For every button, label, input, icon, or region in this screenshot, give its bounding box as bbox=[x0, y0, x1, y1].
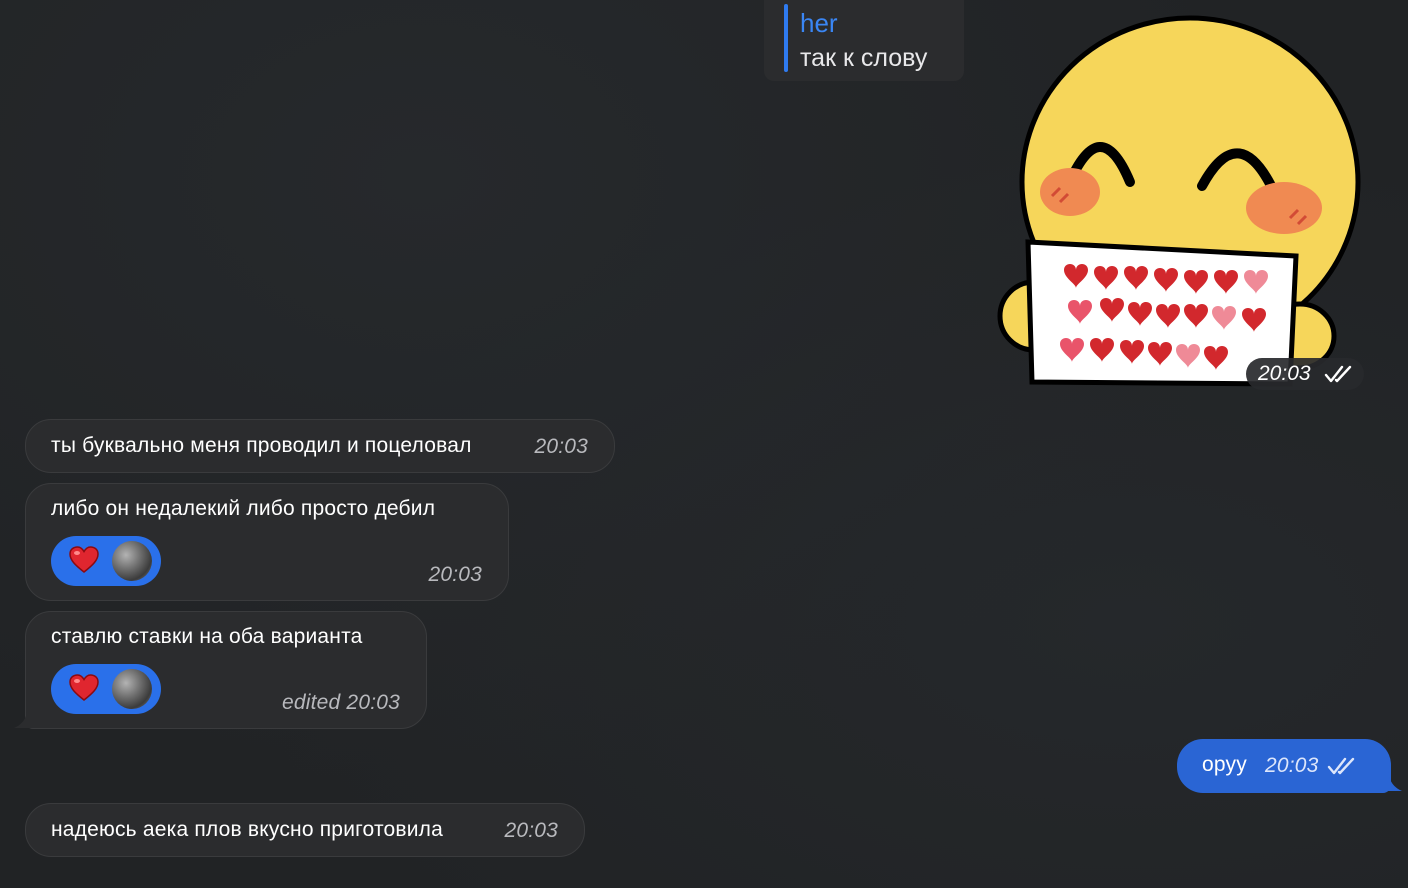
red-heart-icon bbox=[69, 674, 99, 701]
bubble-tail bbox=[1380, 763, 1402, 791]
red-heart-icon bbox=[69, 546, 99, 573]
sticker-blushing-emoji-hearts[interactable] bbox=[990, 10, 1370, 390]
reactor-avatar bbox=[112, 669, 152, 709]
double-check-icon bbox=[1327, 757, 1355, 775]
message-text: надеюсь аека плов вкусно приготовила bbox=[51, 818, 444, 841]
sticker-timestamp-pill: 20:03 bbox=[1246, 358, 1364, 390]
message-text: оруу bbox=[1202, 753, 1247, 776]
message-time: 20:03 bbox=[428, 563, 482, 586]
message-text: либо он недалекий либо просто дебил bbox=[51, 497, 436, 520]
reaction-chip[interactable] bbox=[51, 664, 161, 714]
incoming-message[interactable]: надеюсь аека плов вкусно приготовила 20:… bbox=[25, 803, 585, 857]
double-check-icon bbox=[1324, 365, 1352, 383]
message-text: ты буквально меня проводил и поцеловал bbox=[51, 434, 472, 457]
message-time: 20:03 bbox=[1265, 754, 1319, 777]
message-time: 20:03 bbox=[504, 819, 558, 842]
reply-author: her bbox=[800, 8, 838, 38]
sticker-time: 20:03 bbox=[1258, 362, 1311, 385]
message-time: 20:03 bbox=[534, 435, 588, 458]
chat-area: her так к слову 20:03 ты буквально меня … bbox=[0, 0, 1408, 888]
incoming-message[interactable]: ты буквально меня проводил и поцеловал 2… bbox=[25, 419, 615, 473]
message-time: edited 20:03 bbox=[281, 691, 400, 714]
reactor-avatar bbox=[112, 541, 152, 581]
bubble-tail bbox=[14, 700, 36, 728]
reply-accent-bar bbox=[784, 4, 788, 72]
reply-preview[interactable]: her так к слову bbox=[764, 0, 964, 81]
message-text: ставлю ставки на оба варианта bbox=[51, 625, 363, 648]
incoming-message[interactable]: ставлю ставки на оба варианта edited 20:… bbox=[25, 611, 427, 729]
incoming-message[interactable]: либо он недалекий либо просто дебил 20:0… bbox=[25, 483, 509, 601]
reaction-chip[interactable] bbox=[51, 536, 161, 586]
outgoing-message[interactable]: оруу 20:03 bbox=[1177, 739, 1391, 793]
reply-text: так к слову bbox=[800, 44, 928, 72]
